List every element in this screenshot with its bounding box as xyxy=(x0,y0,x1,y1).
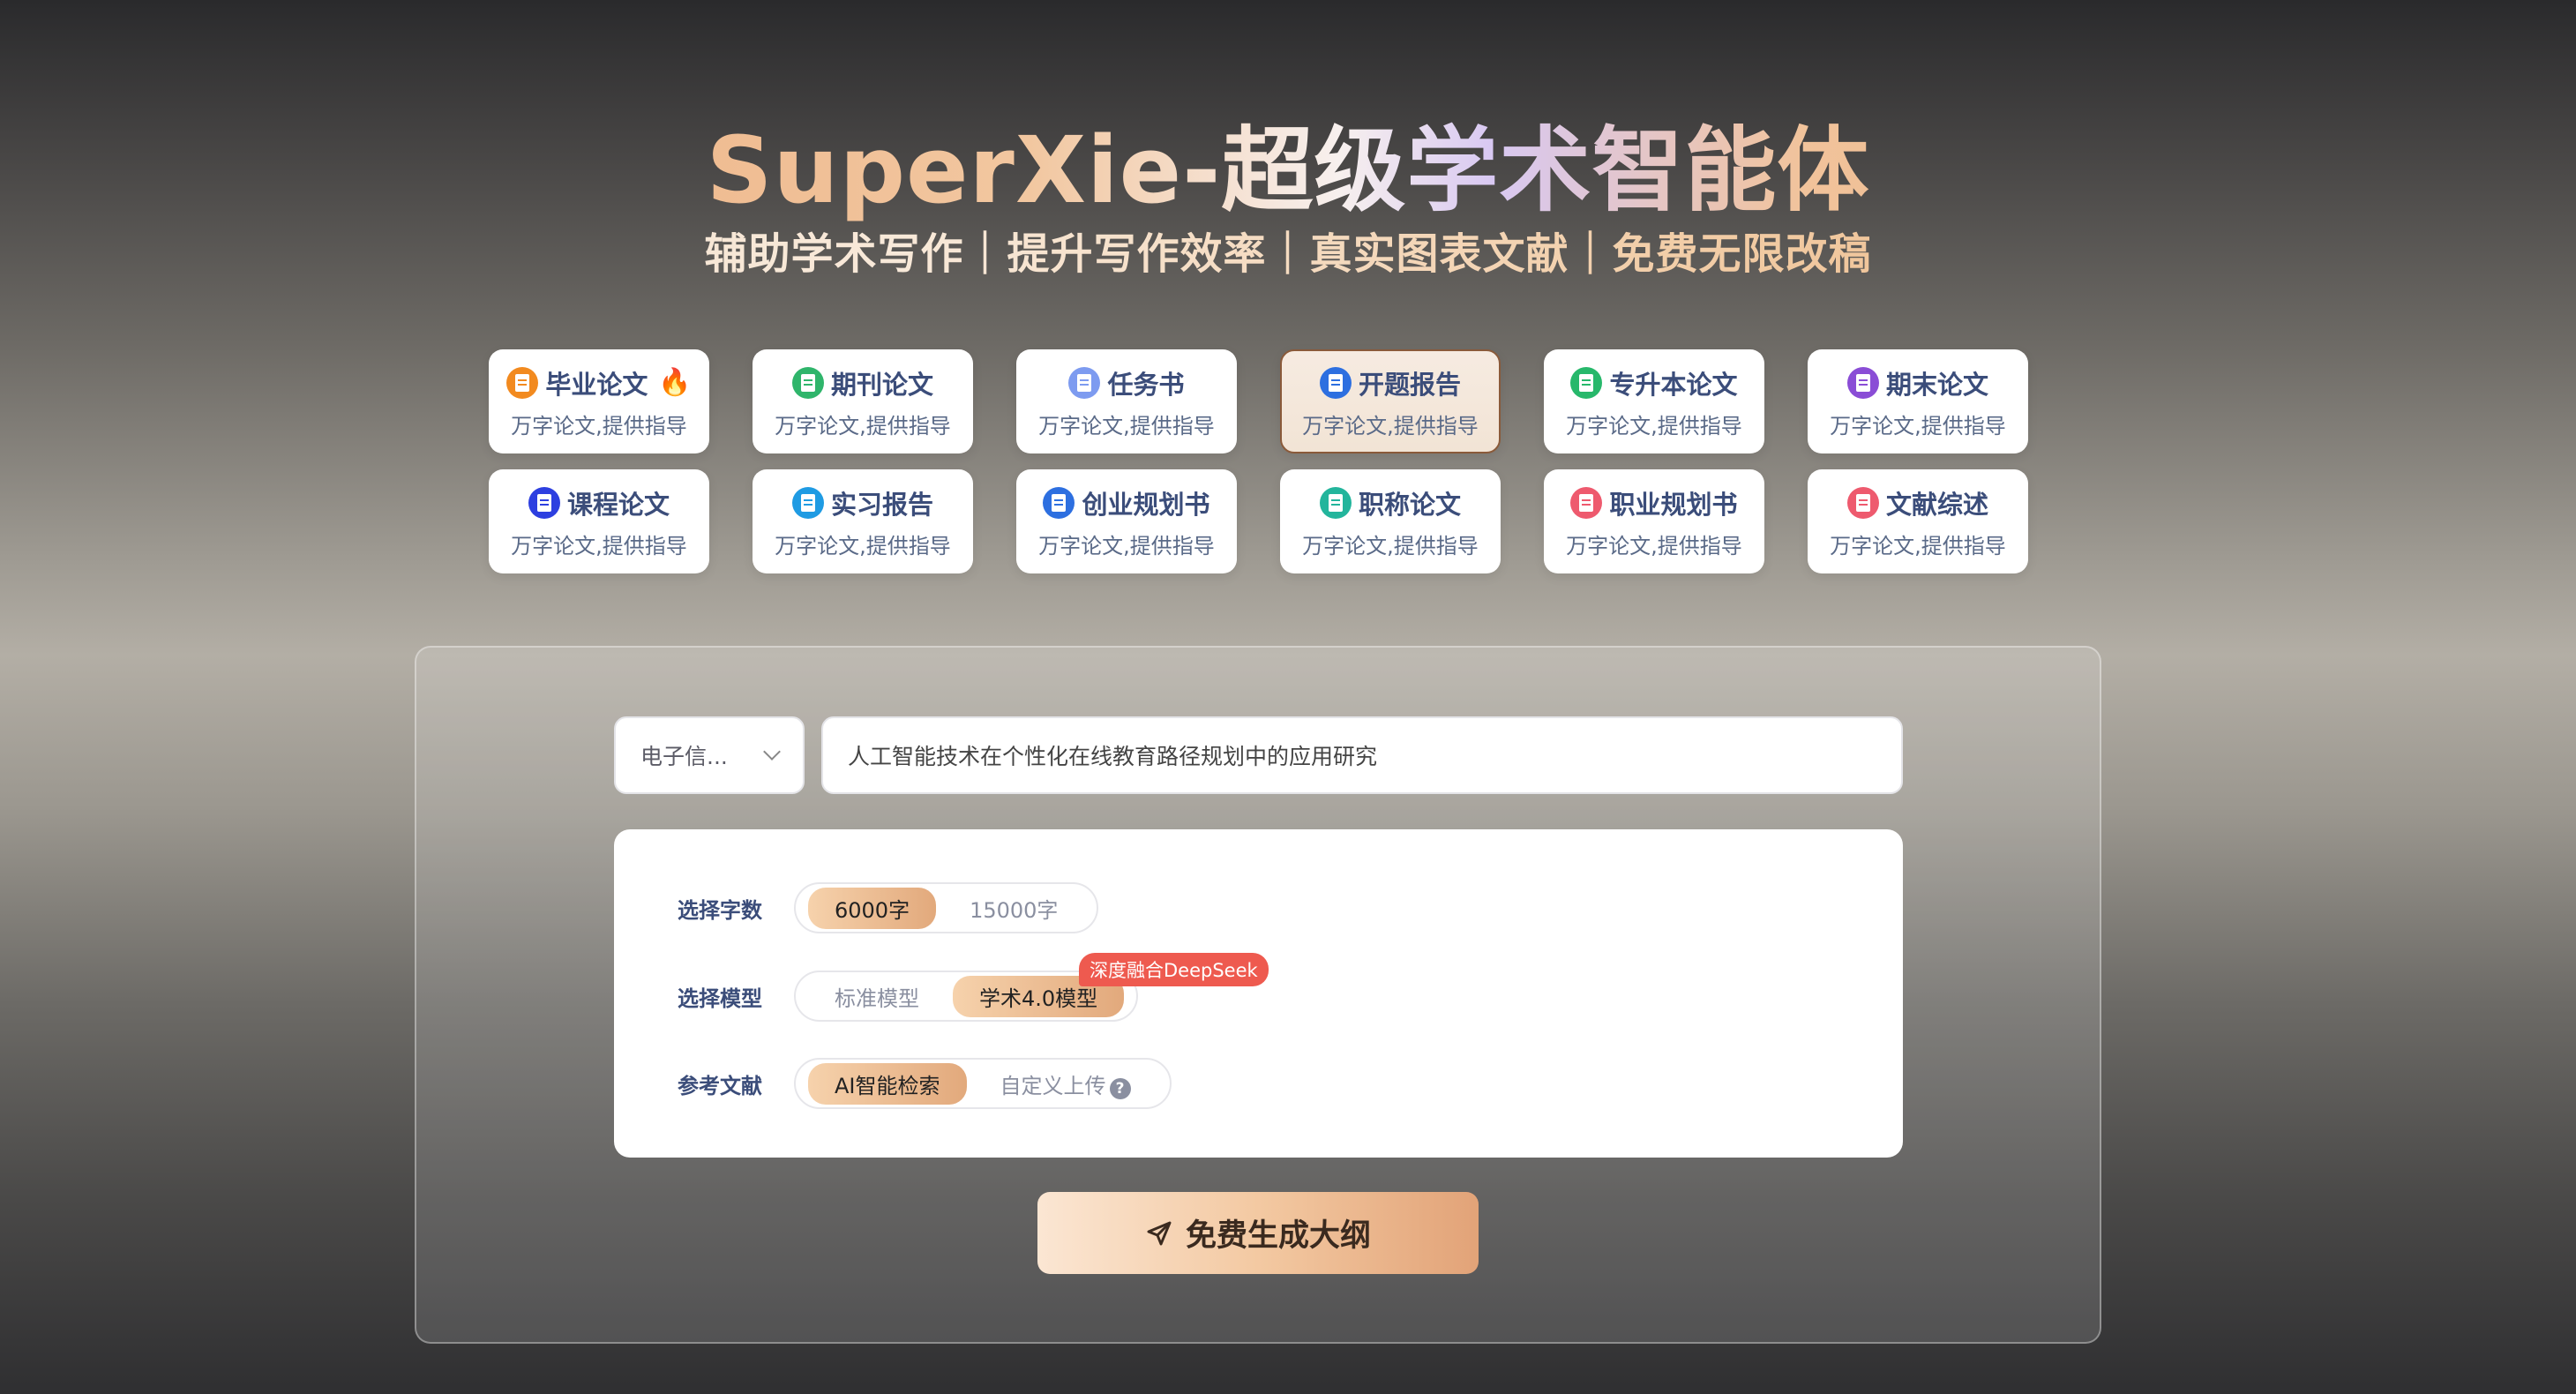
card-paper-type[interactable]: 任务书万字论文,提供指导 xyxy=(1016,349,1237,453)
topic-input[interactable] xyxy=(821,716,1903,794)
doc-icon xyxy=(1319,486,1352,519)
deepseek-badge: 深度融合DeepSeek xyxy=(1079,953,1269,986)
page-subtitle: 辅助学术写作｜提升写作效率｜真实图表文献｜免费无限改稿 xyxy=(0,219,2576,281)
card-subtitle: 万字论文,提供指导 xyxy=(1038,533,1215,558)
card-paper-type[interactable]: 职业规划书万字论文,提供指导 xyxy=(1544,469,1764,573)
card-paper-type[interactable]: 专升本论文万字论文,提供指导 xyxy=(1544,349,1764,453)
card-subtitle: 万字论文,提供指导 xyxy=(1566,413,1742,438)
card-title: 毕业论文 xyxy=(545,369,648,400)
references-row: 参考文献 AI智能检索 自定义上传? xyxy=(678,1058,1172,1109)
doc-icon xyxy=(791,486,824,519)
card-header: 职称论文 xyxy=(1319,484,1461,521)
references-option-upload[interactable]: 自定义上传? xyxy=(974,1063,1157,1105)
card-header: 期末论文 xyxy=(1846,364,1988,401)
word-count-option-15000[interactable]: 15000字 xyxy=(943,888,1084,929)
doc-icon xyxy=(791,366,824,399)
card-header: 课程论文 xyxy=(528,484,670,521)
card-paper-type[interactable]: 职称论文万字论文,提供指导 xyxy=(1280,469,1501,573)
options-box: 选择字数 6000字 15000字 选择模型 标准模型 学术4.0模型 参考文献… xyxy=(614,829,1903,1158)
save-icon xyxy=(1319,366,1352,399)
model-option-standard[interactable]: 标准模型 xyxy=(808,976,946,1017)
card-paper-type[interactable]: 期刊论文万字论文,提供指导 xyxy=(753,349,973,453)
card-subtitle: 万字论文,提供指导 xyxy=(511,533,687,558)
card-paper-type[interactable]: 文献综述万字论文,提供指导 xyxy=(1808,469,2028,573)
card-paper-type[interactable]: 创业规划书万字论文,提供指导 xyxy=(1016,469,1237,573)
card-header: 实习报告 xyxy=(791,484,933,521)
card-subtitle: 万字论文,提供指导 xyxy=(1566,533,1742,558)
major-select-value: 电子信... xyxy=(640,744,728,769)
card-header: 毕业论文 🔥 xyxy=(506,364,692,401)
card-title: 期末论文 xyxy=(1885,369,1988,400)
card-title: 任务书 xyxy=(1107,369,1185,400)
generate-outline-label: 免费生成大纲 xyxy=(1185,1218,1371,1254)
card-paper-type[interactable]: 实习报告万字论文,提供指导 xyxy=(753,469,973,573)
fire-icon: 🔥 xyxy=(658,367,692,398)
card-header: 职业规划书 xyxy=(1570,484,1738,521)
doc-icon xyxy=(1846,366,1879,399)
card-subtitle: 万字论文,提供指导 xyxy=(1830,533,2006,558)
card-subtitle: 万字论文,提供指导 xyxy=(775,533,951,558)
word-count-label: 选择字数 xyxy=(678,897,762,923)
word-count-toggle: 6000字 15000字 xyxy=(794,882,1099,933)
card-title: 创业规划书 xyxy=(1082,489,1210,520)
clipboard-icon xyxy=(1068,366,1101,399)
list-icon xyxy=(1570,486,1603,519)
card-header: 创业规划书 xyxy=(1043,484,1210,521)
model-row: 选择模型 标准模型 学术4.0模型 xyxy=(678,971,1139,1022)
references-option-upload-label: 自定义上传 xyxy=(1000,1073,1106,1098)
card-header: 任务书 xyxy=(1068,364,1185,401)
major-select[interactable]: 电子信... xyxy=(614,716,805,794)
book-icon xyxy=(1570,366,1603,399)
card-header: 开题报告 xyxy=(1319,364,1461,401)
copy-icon xyxy=(1043,486,1075,519)
list-icon xyxy=(1846,486,1879,519)
card-title: 专升本论文 xyxy=(1609,369,1738,400)
card-header: 期刊论文 xyxy=(791,364,933,401)
paper-type-grid: 毕业论文 🔥 万字论文,提供指导 期刊论文 万字论文,提供指导 任务书 万字论文,提供指导开… xyxy=(489,349,2029,573)
card-subtitle: 万字论文,提供指导 xyxy=(1302,413,1479,438)
card-title: 课程论文 xyxy=(566,489,670,520)
card-title: 期刊论文 xyxy=(830,369,933,400)
send-icon xyxy=(1147,1221,1172,1245)
card-title: 开题报告 xyxy=(1358,369,1461,400)
card-subtitle: 万字论文,提供指导 xyxy=(1302,533,1479,558)
word-count-option-6000[interactable]: 6000字 xyxy=(808,887,937,929)
card-paper-type[interactable]: 毕业论文 🔥 万字论文,提供指导 xyxy=(489,349,709,453)
references-label: 参考文献 xyxy=(678,1073,762,1098)
card-subtitle: 万字论文,提供指导 xyxy=(511,413,687,438)
page-title: SuperXie-超级学术智能体 xyxy=(0,95,2576,229)
card-title: 职业规划书 xyxy=(1609,489,1738,520)
save-icon xyxy=(528,486,560,519)
card-subtitle: 万字论文,提供指导 xyxy=(1038,413,1215,438)
card-paper-type[interactable]: 课程论文万字论文,提供指导 xyxy=(489,469,709,573)
chevron-down-icon xyxy=(763,743,781,761)
card-subtitle: 万字论文,提供指导 xyxy=(775,413,951,438)
card-title: 职称论文 xyxy=(1358,489,1461,520)
doc-icon xyxy=(506,366,539,399)
card-subtitle: 万字论文,提供指导 xyxy=(1830,413,2006,438)
model-label: 选择模型 xyxy=(678,986,762,1011)
generate-outline-button[interactable]: 免费生成大纲 xyxy=(1037,1192,1479,1274)
card-paper-type[interactable]: 期末论文万字论文,提供指导 xyxy=(1808,349,2028,453)
card-header: 专升本论文 xyxy=(1570,364,1738,401)
card-paper-type[interactable]: 开题报告万字论文,提供指导 xyxy=(1280,349,1501,453)
references-option-ai[interactable]: AI智能检索 xyxy=(808,1062,967,1105)
card-title: 实习报告 xyxy=(830,489,933,520)
references-toggle: AI智能检索 自定义上传? xyxy=(794,1058,1172,1109)
help-icon[interactable]: ? xyxy=(1109,1077,1131,1099)
card-title: 文献综述 xyxy=(1885,489,1988,520)
word-count-row: 选择字数 6000字 15000字 xyxy=(678,882,1099,933)
card-header: 文献综述 xyxy=(1846,484,1988,521)
